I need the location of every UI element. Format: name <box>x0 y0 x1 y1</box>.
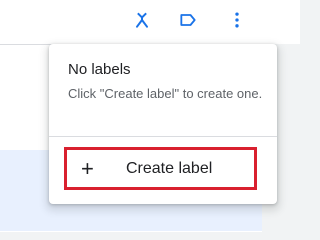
menu-divider <box>49 136 277 137</box>
labels-menu: No labels Click "Create label" to create… <box>49 44 277 204</box>
create-label-button[interactable]: + Create label <box>64 147 257 190</box>
label-icon[interactable] <box>176 8 200 32</box>
merge-icon[interactable] <box>130 8 154 32</box>
menu-hint: Click "Create label" to create one. <box>68 86 263 101</box>
plus-icon: + <box>81 156 94 181</box>
more-vert-icon[interactable] <box>225 8 249 32</box>
create-label-text: Create label <box>126 160 213 177</box>
menu-title: No labels <box>68 61 131 78</box>
